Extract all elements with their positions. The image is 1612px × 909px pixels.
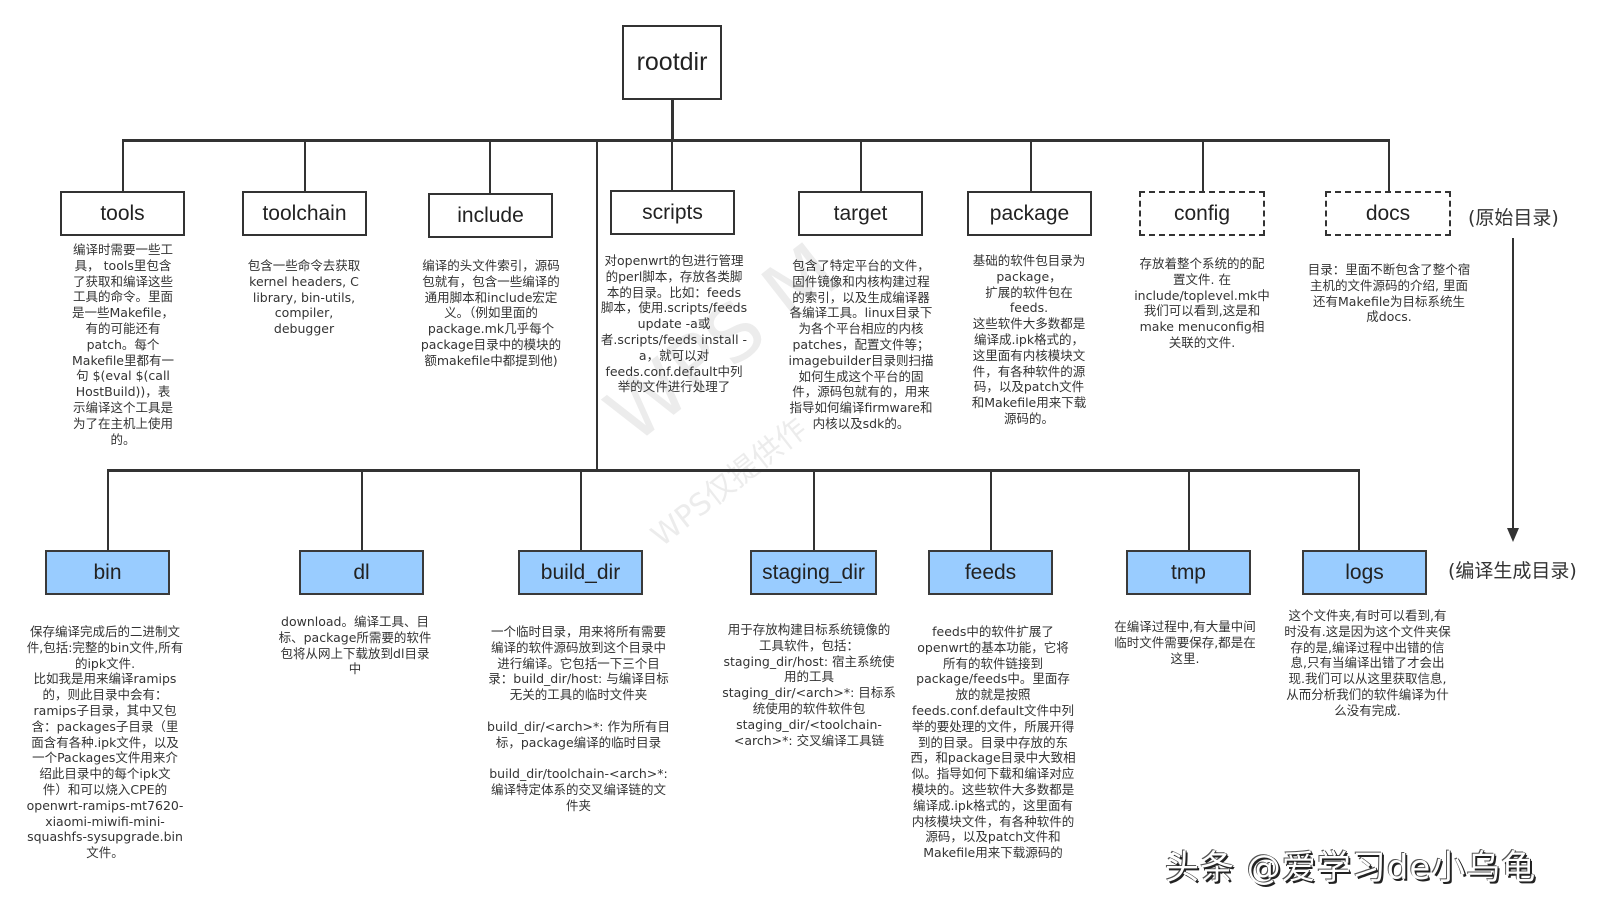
dir-node-staging-dir: staging_dir — [750, 550, 877, 595]
dir-node-config: config — [1139, 191, 1265, 236]
dir-label: scripts — [642, 200, 703, 224]
dir-label: feeds — [964, 560, 1017, 584]
connector-staging-dir — [813, 470, 815, 550]
connector-include — [489, 140, 491, 194]
connector-target — [860, 140, 862, 192]
dir-desc-docs: 目录：里面不断包含了整个宿 主机的文件源码的介绍, 里面 还有Makefile为… — [1307, 262, 1471, 325]
legend-arrow-shaft — [1512, 238, 1514, 530]
dir-desc-tmp: 在编译过程中,有大量中间 临时文件需要保存,都是在 这里. — [1114, 619, 1256, 666]
dir-label: docs — [1365, 201, 1411, 225]
connector-logs — [1358, 470, 1360, 550]
dir-node-docs: docs — [1325, 191, 1451, 236]
dir-desc-staging-dir: 用于存放构建目标系统镜像的 工具软件，包括： staging_dir/host:… — [722, 622, 896, 748]
dir-desc-package: 基础的软件包目录为 package， 扩展的软件包在 feeds. 这些软件大多… — [971, 253, 1087, 426]
connector-package — [1030, 140, 1032, 192]
legend-arrow-head-icon — [1507, 528, 1519, 542]
connector-build-dir — [580, 470, 582, 550]
rootdir-label: rootdir — [636, 48, 708, 76]
dir-desc-toolchain: 包含一些命令去获取 kernel headers, C library, bin… — [247, 258, 361, 337]
dir-node-feeds: feeds — [928, 550, 1053, 595]
connector-config — [1202, 140, 1204, 192]
dir-label: build_dir — [540, 560, 621, 584]
dir-desc-build-dir: 一个临时目录，用来将所有需要 编译的软件源码放到这个目录中 进行编译。它包括一下… — [487, 624, 670, 813]
dir-label: include — [457, 203, 524, 227]
dir-node-bin: bin — [45, 550, 170, 595]
dir-node-package: package — [967, 191, 1092, 236]
dir-desc-target: 包含了特定平台的文件， 固件镜像和内核构建过程 的索引，以及生成编译器 各编译工… — [788, 258, 934, 431]
dir-desc-feeds: feeds中的软件扩展了 openwrt的基本功能，它将 所有的软件链接到 pa… — [910, 624, 1076, 861]
connector-bin — [107, 470, 109, 550]
dir-node-target: target — [798, 191, 923, 236]
connector-root-trunk — [671, 100, 674, 140]
dir-desc-bin: 保存编译完成后的二进制文 件,包括:完整的bin文件,所有 的ipk文件. 比如… — [26, 624, 184, 861]
legend-generated-label: (编译生成目录) — [1448, 560, 1577, 582]
dir-node-scripts: scripts — [610, 190, 735, 235]
dir-desc-dl: download。编译工具、目 标、package所需要的软件 包将从网上下载放… — [278, 614, 432, 677]
dir-desc-tools: 编译时需要一些工 具， tools里包含 了获取和编译这些 工具的命令。里面 是… — [72, 242, 174, 447]
connector-scripts — [671, 140, 673, 190]
dir-label: tools — [100, 201, 145, 225]
connector-dl — [361, 470, 363, 550]
connector-tmp — [1188, 470, 1190, 550]
dir-node-include: include — [428, 193, 553, 238]
dir-node-dl: dl — [299, 550, 424, 595]
dir-label: package — [989, 201, 1070, 225]
dir-label: dl — [353, 560, 370, 584]
dir-desc-scripts: 对openwrt的包进行管理 的perl脚本，存放各类脚 本的目录。比如：fee… — [600, 253, 748, 395]
dir-node-toolchain: toolchain — [242, 191, 367, 236]
dir-node-tools: tools — [60, 191, 185, 236]
connector-feeds — [990, 470, 992, 550]
connector-tools — [122, 140, 124, 192]
dir-label: staging_dir — [762, 560, 865, 584]
author-credit: 头条 @爱学习de小乌龟 — [1165, 848, 1537, 888]
rootdir-node: rootdir — [622, 25, 722, 100]
dir-desc-logs: 这个文件夹,有时可以看到,有 时没有.这是因为这个文件夹保 存的是,编译过程中出… — [1284, 608, 1451, 718]
dir-node-build-dir: build_dir — [518, 550, 643, 595]
dir-desc-include: 编译的头文件索引，源码 包就有，包含一些编译的 通用脚本和include宏定 义… — [420, 258, 562, 368]
dir-label: target — [833, 201, 888, 225]
dir-label: logs — [1345, 560, 1384, 584]
dir-desc-config: 存放着整个系统的的配 置文件. 在 include/toplevel.mk中 我… — [1134, 256, 1270, 350]
connector-bottom-bar — [107, 469, 1360, 472]
dir-label: toolchain — [262, 201, 347, 225]
dir-label: tmp — [1170, 560, 1206, 584]
connector-toolchain — [304, 140, 306, 192]
connector-generated-trunk — [596, 140, 598, 470]
legend-source-label: (原始目录) — [1468, 207, 1559, 229]
dir-label: bin — [93, 560, 122, 584]
dir-node-logs: logs — [1302, 550, 1427, 595]
dir-node-tmp: tmp — [1126, 550, 1251, 595]
connector-docs — [1388, 140, 1390, 192]
connector-top-bar — [122, 139, 1390, 142]
dir-label: config — [1173, 201, 1231, 225]
